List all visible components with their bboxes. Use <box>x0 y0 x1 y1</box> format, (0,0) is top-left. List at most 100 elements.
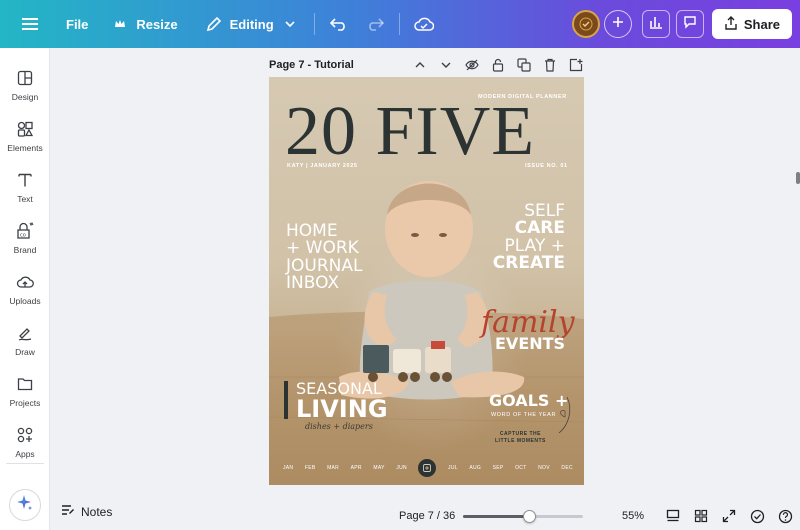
month-jul: JUL <box>448 465 458 471</box>
crown-icon <box>110 14 130 34</box>
cover-byline: KATY | JANUARY 2025 <box>287 163 358 169</box>
file-menu-button[interactable]: File <box>58 8 96 40</box>
capture-line-2: LITTLE MOMENTS <box>495 438 546 444</box>
insights-button[interactable] <box>641 10 670 38</box>
notes-icon <box>61 504 75 519</box>
left-line-4: INBOX <box>286 272 340 293</box>
page-tools <box>412 57 584 73</box>
page-count-button[interactable]: Page 7 / 36 <box>399 510 455 522</box>
lock-icon[interactable] <box>490 57 506 73</box>
sidebar-item-draw[interactable]: Draw <box>0 317 50 363</box>
text-icon <box>15 170 35 190</box>
brand-icon: co <box>15 221 35 241</box>
living-label: LIVING <box>296 395 388 423</box>
magic-assistant-button[interactable] <box>9 489 41 521</box>
duplicate-page-icon[interactable] <box>516 57 532 73</box>
editing-mode-dropdown[interactable]: Editing <box>196 8 308 40</box>
sidebar-item-label: Draw <box>15 347 35 357</box>
month-aug: AUG <box>469 465 482 471</box>
notes-button[interactable]: Notes <box>61 504 112 519</box>
redo-button[interactable] <box>357 8 393 40</box>
month-jan: JAN <box>283 465 294 471</box>
left-sidebar: Design Elements Text co Brand Uploads Dr… <box>0 48 50 530</box>
sidebar-item-elements[interactable]: Elements <box>0 113 50 159</box>
sidebar-divider <box>6 463 44 464</box>
design-page[interactable]: MODERN DIGITAL PLANNER 20 FIVE KATY | JA… <box>269 77 584 485</box>
redo-icon <box>365 14 385 34</box>
vertical-scrollbar[interactable] <box>796 172 800 184</box>
check-circle-icon[interactable] <box>749 508 765 524</box>
cover-issue: ISSUE NO. 01 <box>525 163 568 169</box>
resize-label: Resize <box>136 16 178 32</box>
zoom-level[interactable]: 55% <box>622 510 644 522</box>
share-label: Share <box>743 16 780 32</box>
seasonal-bar <box>284 381 288 419</box>
top-toolbar: File Resize Editing Share <box>0 0 800 48</box>
cloud-save-status[interactable] <box>406 8 442 40</box>
chevron-up-icon[interactable] <box>412 57 428 73</box>
chevron-down-icon[interactable] <box>438 57 454 73</box>
resize-button[interactable]: Resize <box>102 8 185 40</box>
comment-icon <box>683 15 697 34</box>
notes-label: Notes <box>81 504 113 519</box>
design-icon <box>15 68 35 88</box>
cover-title: 20 FIVE <box>285 93 536 170</box>
sidebar-item-projects[interactable]: Projects <box>0 368 50 414</box>
sidebar-item-label: Uploads <box>9 296 41 306</box>
capture-line-1: CAPTURE THE <box>499 431 541 437</box>
invite-button[interactable] <box>603 10 632 38</box>
cloud-check-icon <box>413 14 434 34</box>
main-menu-button[interactable] <box>12 8 48 40</box>
hide-page-icon[interactable] <box>464 57 480 73</box>
editing-label: Editing <box>229 16 274 32</box>
sidebar-item-design[interactable]: Design <box>0 62 50 108</box>
hamburger-menu-icon <box>20 14 40 34</box>
undo-button[interactable] <box>321 8 357 40</box>
zoom-slider-thumb[interactable] <box>523 510 536 523</box>
help-icon[interactable] <box>777 508 793 524</box>
sidebar-item-uploads[interactable]: Uploads <box>0 266 50 312</box>
fullscreen-icon[interactable] <box>721 508 737 524</box>
chevron-down-icon <box>280 14 300 34</box>
page-layout-icon[interactable] <box>665 508 681 524</box>
svg-text:co: co <box>20 233 26 239</box>
sidebar-item-text[interactable]: Text <box>0 164 50 210</box>
home-badge-icon <box>418 459 437 477</box>
word-of-year-label: WORD OF THE YEAR <box>491 412 557 418</box>
share-button[interactable]: Share <box>711 9 792 39</box>
trash-icon[interactable] <box>542 57 558 73</box>
month-feb: FEB <box>304 465 316 471</box>
grid-view-icon[interactable] <box>693 508 709 524</box>
page-title[interactable]: Page 7 - Tutorial <box>269 59 354 71</box>
right-line-4: CREATE <box>492 252 565 273</box>
toolbar-divider <box>313 13 315 35</box>
leaf-doodle-icon <box>558 396 571 434</box>
sidebar-item-apps[interactable]: Apps <box>0 419 50 465</box>
sidebar-item-label: Projects <box>9 398 41 408</box>
month-oct: OCT <box>515 465 527 471</box>
sparkle-icon <box>16 494 34 517</box>
months-strip: JAN FEB MAR APR MAY JUN JUL AUG SEP OCT … <box>283 459 573 477</box>
dishes-label: dishes + diapers <box>305 422 373 431</box>
folder-icon <box>15 374 35 394</box>
month-sep: SEP <box>492 465 504 471</box>
add-page-icon[interactable] <box>568 57 584 73</box>
month-may: MAY <box>373 465 385 471</box>
bar-chart-icon <box>649 15 663 34</box>
sidebar-item-label: Apps <box>15 449 35 459</box>
sidebar-item-brand[interactable]: co Brand <box>0 215 50 261</box>
zoom-slider[interactable] <box>463 510 583 523</box>
sidebar-item-label: Text <box>17 194 33 204</box>
elements-icon <box>15 119 35 139</box>
toolbar-divider-2 <box>398 13 400 35</box>
capture-label: CAPTURE THE LITTLE MOMENTS <box>495 431 546 445</box>
month-nov: NOV <box>538 465 550 471</box>
draw-icon <box>15 323 35 343</box>
share-upload-icon <box>724 15 738 33</box>
comments-button[interactable] <box>675 10 704 38</box>
sidebar-item-label: Design <box>11 92 39 102</box>
cover-left-headline: HOME + WORK JOURNAL INBOX <box>286 222 362 293</box>
avatar[interactable] <box>571 10 600 38</box>
month-mar: MAR <box>327 465 340 471</box>
month-jun: JUN <box>396 465 407 471</box>
